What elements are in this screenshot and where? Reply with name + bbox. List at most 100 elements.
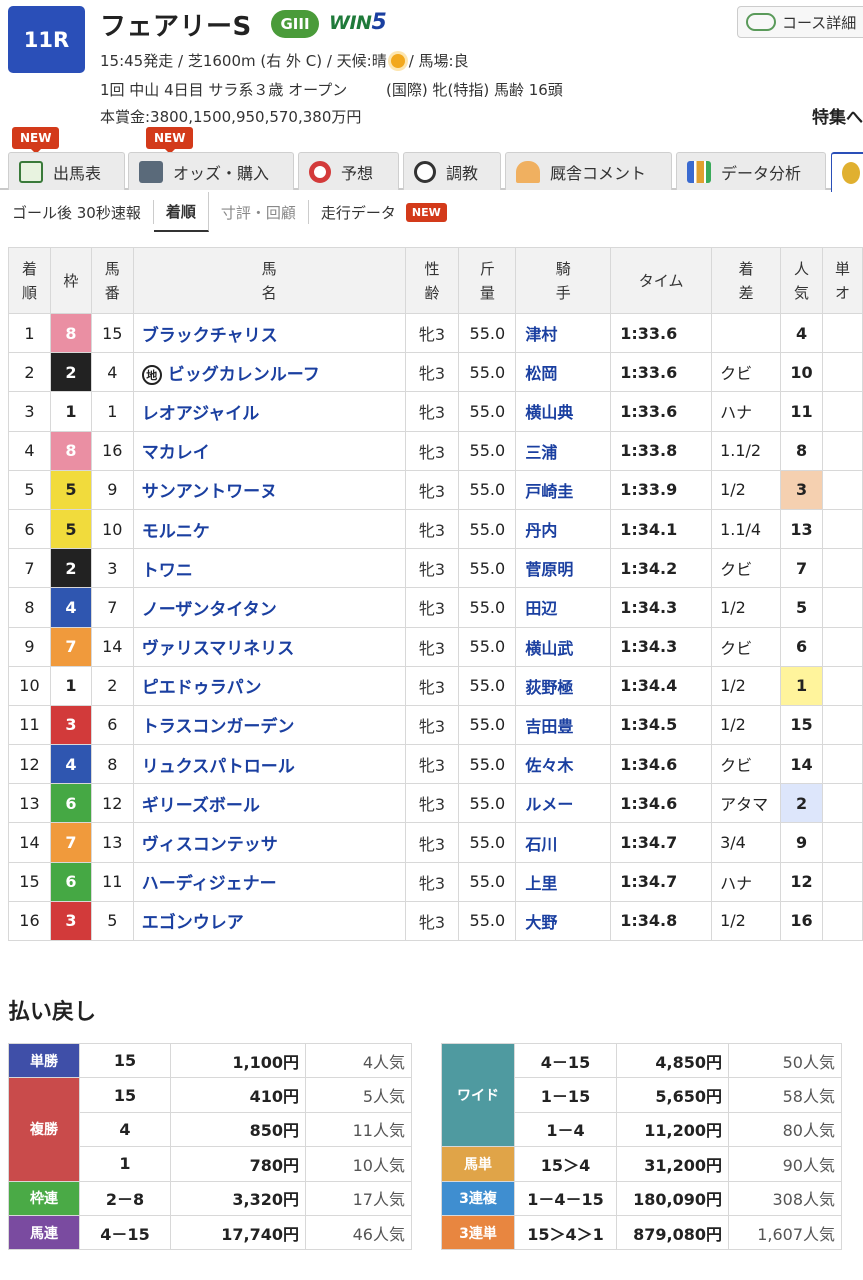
horse-name-link[interactable]: ノーザンタイタン [142, 600, 277, 620]
jockey-link[interactable]: 大野 [515, 900, 612, 942]
results-table: 着順 枠 馬番 馬名 性齢 斤量 騎手 タイム 着差 人気 単オ 1 8 15 ブラッ… [8, 247, 863, 942]
race-number-badge: 11R [8, 6, 85, 73]
horse-name-cell[interactable]: リュクスパトロール [132, 744, 406, 785]
horse-name-cell[interactable]: ハーディジェナー [132, 861, 406, 902]
tab-prediction[interactable]: 予想 [298, 152, 399, 190]
finish-position: 11 [8, 704, 51, 746]
horse-name-link[interactable]: リュクスパトロール [142, 757, 295, 777]
horse-number: 16 [90, 430, 134, 471]
payout-amount: 1,100円 [170, 1042, 306, 1079]
bet-type-label: 枠連 [8, 1180, 80, 1216]
course-detail-button[interactable]: コース詳細 [737, 6, 863, 38]
jockey-link[interactable]: 松岡 [515, 352, 612, 393]
odds [821, 352, 863, 393]
horse-name-link[interactable]: エゴンウレア [142, 913, 244, 933]
horse-name-link[interactable]: ピエドゥラパン [142, 678, 262, 698]
winning-combination: 15 [79, 1042, 171, 1079]
table-row: 13 6 12 ギリーズボール 牝3 55.0 ルメー 1:34.6 アタマ 2 [8, 783, 863, 824]
winning-combination: 1－4－15 [514, 1180, 617, 1216]
col-popularity: 人気 [780, 247, 823, 314]
jockey-link[interactable]: 横山武 [515, 626, 612, 667]
horse-name-cell[interactable]: モルニケ [132, 508, 406, 550]
horse-name-link[interactable]: ギリーズボール [142, 796, 260, 816]
horse-name-link[interactable]: サンアントワーヌ [142, 482, 277, 502]
tab-stable-comment[interactable]: 厩舎コメント [505, 152, 672, 190]
stopwatch-icon [414, 160, 436, 183]
tab-results[interactable] [831, 152, 863, 192]
race-class: 1回 中山 4日目 サラ系３歳 オープン [100, 81, 348, 99]
carried-weight: 55.0 [458, 352, 517, 393]
horse-name-link[interactable]: レオアジャイル [142, 404, 259, 424]
horse-name-link[interactable]: ヴィスコンテッサ [142, 835, 278, 855]
jockey-link[interactable]: 戸崎圭 [515, 469, 612, 510]
margin: 1/2 [711, 469, 782, 510]
horse-name-cell[interactable]: マカレイ [132, 430, 406, 471]
results-header-row: 着順 枠 馬番 馬名 性齢 斤量 騎手 タイム 着差 人気 単オ [8, 247, 863, 314]
race-tab-bar: 出馬表 オッズ・購入 予想 調教 厩舎コメント データ分析 [0, 152, 863, 192]
horse-name-link[interactable]: トラスコンガーデン [142, 717, 295, 737]
subnav-finish-order[interactable]: 着順 [153, 192, 209, 232]
horse-name-link[interactable]: トワニ [142, 561, 193, 581]
jockey-link[interactable]: 石川 [515, 822, 612, 863]
tab-entry-table[interactable]: 出馬表 [8, 152, 125, 190]
horse-name-link[interactable]: ビッグカレンルーフ [168, 365, 320, 385]
payout-popularity: 1,607人気 [728, 1214, 842, 1251]
jockey-link[interactable]: 菅原明 [515, 548, 612, 589]
tab-odds-purchase[interactable]: オッズ・購入 [128, 152, 294, 190]
jockey-link[interactable]: 田辺 [515, 587, 612, 628]
popularity: 6 [780, 626, 823, 667]
waku-number: 7 [49, 626, 92, 667]
payout-row: 馬単 15＞4 31,200円 90人気 [441, 1146, 842, 1182]
payout-popularity: 58人気 [728, 1077, 842, 1113]
horse-name-cell[interactable]: ギリーズボール [132, 783, 406, 824]
horse-name-cell[interactable]: ピエドゥラパン [132, 665, 406, 706]
horse-name-link[interactable]: モルニケ [142, 522, 210, 542]
subnav-flash-report[interactable]: ゴール後 30秒速報 [0, 200, 154, 224]
table-row: 12 4 8 リュクスパトロール 牝3 55.0 佐々木 1:34.6 クビ 14 [8, 744, 863, 785]
horse-number: 6 [90, 704, 134, 746]
margin: クビ [711, 352, 782, 393]
tab-data-analysis[interactable]: データ分析 [676, 152, 826, 190]
tab-training[interactable]: 調教 [403, 152, 501, 190]
finish-time: 1:34.3 [610, 626, 713, 667]
jockey-link[interactable]: 吉田豊 [515, 704, 612, 746]
horse-name-link[interactable]: ヴァリスマリネリス [142, 639, 295, 659]
new-badge: NEW [405, 202, 447, 222]
horse-name-cell[interactable]: エゴンウレア [132, 900, 406, 942]
table-row: 7 2 3 トワニ 牝3 55.0 菅原明 1:34.2 クビ 7 [8, 548, 863, 589]
jockey-link[interactable]: 佐々木 [515, 744, 612, 785]
horse-name-cell[interactable]: トワニ [132, 548, 406, 589]
jockey-link[interactable]: 津村 [515, 312, 612, 354]
horse-name-link[interactable]: ハーディジェナー [142, 874, 277, 894]
finish-time: 1:34.3 [610, 587, 713, 628]
finish-position: 16 [8, 900, 51, 942]
horse-name-cell[interactable]: サンアントワーヌ [132, 469, 406, 510]
jockey-link[interactable]: 荻野極 [515, 665, 612, 706]
odds [821, 861, 863, 902]
horse-name-cell[interactable]: ヴァリスマリネリス [132, 626, 406, 667]
jockey-link[interactable]: ルメー [515, 783, 612, 824]
jockey-link[interactable]: 三浦 [515, 430, 612, 471]
subnav-running-data[interactable]: 走行データ NEW [309, 200, 459, 224]
jockey-link[interactable]: 横山典 [515, 391, 612, 432]
margin: 1.1/4 [711, 508, 782, 550]
jockey-link[interactable]: 上里 [515, 861, 612, 902]
waku-number: 5 [49, 508, 92, 550]
subnav-review[interactable]: 寸評・回顧 [209, 200, 309, 224]
margin: 1/2 [711, 587, 782, 628]
table-row: 3 1 1 レオアジャイル 牝3 55.0 横山典 1:33.6 ハナ 11 [8, 391, 863, 432]
horse-name-cell[interactable]: ブラックチャリス [132, 312, 406, 354]
horse-name-cell[interactable]: 地ビッグカレンルーフ [132, 352, 406, 393]
horse-name-link[interactable]: ブラックチャリス [142, 326, 278, 346]
target-icon [309, 160, 331, 183]
horse-name-cell[interactable]: ノーザンタイタン [132, 587, 406, 628]
odds [821, 430, 863, 471]
jockey-link[interactable]: 丹内 [515, 508, 612, 550]
tab-label: 厩舎コメント [550, 163, 647, 183]
horse-name-cell[interactable]: ヴィスコンテッサ [132, 822, 406, 863]
finish-time: 1:33.6 [610, 312, 713, 354]
horse-name-cell[interactable]: レオアジャイル [132, 391, 406, 432]
special-feature-link[interactable]: 特集へ [812, 103, 863, 128]
horse-name-link[interactable]: マカレイ [142, 443, 210, 463]
horse-name-cell[interactable]: トラスコンガーデン [132, 704, 406, 746]
